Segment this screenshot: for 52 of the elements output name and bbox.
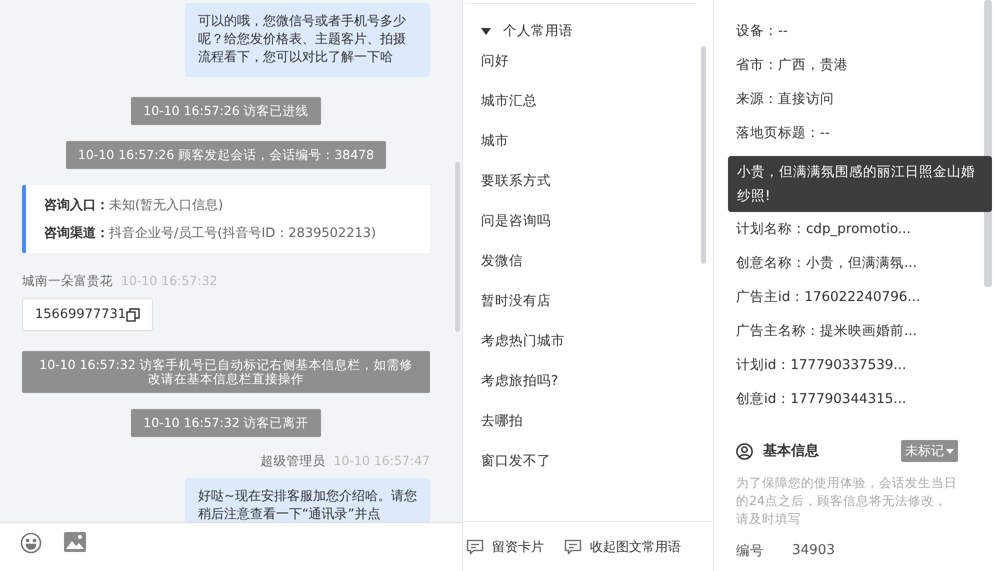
- sender-name: 城南一朵富贵花: [22, 273, 113, 290]
- info-row-text: 设备：--: [736, 22, 789, 41]
- tooltip: 小贵，但满满氛围感的丽江日照金山婚纱照!: [728, 156, 992, 212]
- field-value: 34903: [792, 542, 835, 560]
- phrase-item[interactable]: 城市: [481, 130, 713, 170]
- info-row-text: 省市：广西，贵港: [736, 56, 849, 75]
- message-time: 10-10 16:57:32: [121, 273, 218, 290]
- phrase-item[interactable]: 考虑热门城市: [481, 330, 713, 370]
- system-notice: 10-10 16:57:32 访客手机号已自动标记右侧基本信息栏，如需修改请在基本信息栏直接操作: [22, 351, 430, 393]
- caret-icon: [481, 28, 491, 34]
- phrase-item[interactable]: 要联系方式: [481, 170, 713, 210]
- footer-action[interactable]: 收起图文常用语: [564, 538, 681, 556]
- system-notice: 10-10 16:57:32 访客已离开: [131, 409, 321, 437]
- scrollbar[interactable]: [455, 162, 460, 332]
- phrase-item[interactable]: 发微信: [481, 250, 713, 290]
- footer-action[interactable]: 留资卡片: [466, 538, 544, 556]
- copy-icon[interactable]: [126, 308, 140, 322]
- phone-number: 15669977731: [35, 307, 126, 322]
- system-notice: 10-10 16:57:26 顾客发起会话，会话编号：38478: [66, 141, 386, 169]
- info-row-text: 广告主名称：提米映画婚前...: [736, 322, 918, 341]
- source-line: 咨询入口：未知(暂无入口信息): [44, 196, 224, 214]
- emoji-icon[interactable]: [20, 532, 42, 554]
- phrase-group-header[interactable]: 个人常用语: [481, 20, 713, 42]
- section-title: 基本信息: [763, 442, 820, 460]
- info-row-text: 计划名称：cdp_promotio...: [736, 220, 912, 239]
- user-icon: [736, 442, 753, 460]
- info-row-text: 计划id：177790337539...: [736, 356, 908, 375]
- info-row-text: 落地页标题：--: [736, 124, 831, 143]
- info-row-text: 创意id：177790344315...: [736, 390, 908, 409]
- system-notice: 10-10 16:57:26 访客已进线: [131, 97, 321, 125]
- info-row-text: 广告主id：176022240796...: [736, 288, 922, 307]
- info-row-text: 来源：直接访问: [736, 90, 835, 109]
- comment-icon: [466, 538, 484, 554]
- phrase-item[interactable]: 城市汇总: [481, 90, 713, 130]
- info-row-text: 创意名称：小贵，但满满氛...: [736, 254, 918, 273]
- image-icon[interactable]: [64, 532, 86, 552]
- sender-name: 超级管理员: [260, 453, 326, 470]
- message-bubble: 好哒~现在安排客服加您介绍哈。请您稍后注意查看一下“通讯录”并点: [185, 478, 430, 522]
- phrase-item[interactable]: 窗口发不了: [481, 450, 713, 490]
- caret-icon: [946, 448, 954, 454]
- scrollbar[interactable]: [701, 46, 706, 264]
- notice-text: 为了保障您的使用体验，会话发生当日的24点之后，顾客信息将无法修改，请及时填写: [736, 474, 958, 528]
- comment-icon: [564, 538, 582, 554]
- message-bubble: 可以的哦，您微信号或者手机号多少呢？给您发价格表、主题客片、拍摄流程看下，您可以对比了解一下哈: [185, 3, 430, 77]
- phrase-item[interactable]: 考虑旅拍吗?: [481, 370, 713, 410]
- phrase-item[interactable]: 暂时没有店: [481, 290, 713, 330]
- phrase-item[interactable]: 去哪拍: [481, 410, 713, 450]
- phrase-item[interactable]: 问是咨询吗: [481, 210, 713, 250]
- message-time: 10-10 16:57:47: [334, 453, 430, 470]
- field-label: 编号: [736, 542, 765, 560]
- phrase-item[interactable]: 问好: [481, 50, 713, 90]
- source-line: 咨询渠道：抖音企业号/员工号(抖音号ID：2839502213): [44, 224, 378, 242]
